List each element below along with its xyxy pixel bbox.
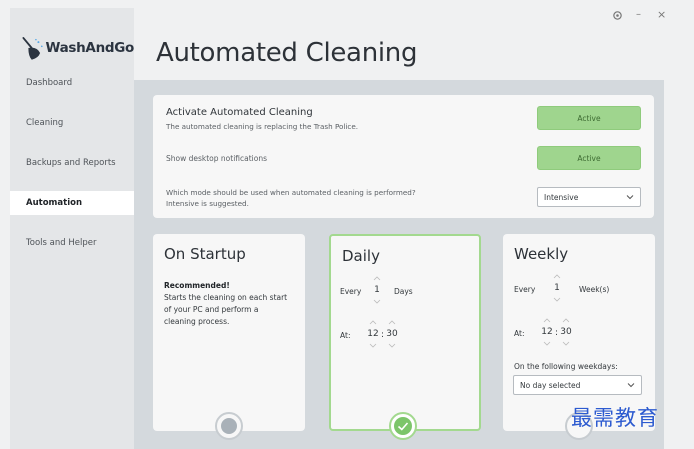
chevron-up-icon[interactable] bbox=[388, 320, 396, 325]
sidebar-item-label: Dashboard bbox=[26, 78, 73, 88]
weekly-every-label: Every bbox=[514, 285, 536, 294]
chevron-down-icon[interactable] bbox=[553, 297, 561, 302]
chevron-up-icon[interactable] bbox=[373, 276, 381, 281]
sidebar-item-dashboard[interactable]: Dashboard bbox=[10, 71, 134, 95]
broom-icon bbox=[22, 37, 43, 60]
sidebar-item-automation[interactable]: Automation bbox=[10, 191, 134, 215]
sidebar-item-label: Automation bbox=[26, 198, 82, 208]
chevron-up-icon[interactable] bbox=[562, 318, 570, 323]
gear-icon[interactable] bbox=[612, 10, 623, 21]
on-startup-radio[interactable] bbox=[215, 412, 243, 440]
daily-card[interactable]: Daily Every 1 Days At: 12 : 30 bbox=[329, 234, 481, 431]
app-brand: WashAndGo bbox=[45, 40, 134, 56]
chevron-up-icon[interactable] bbox=[553, 274, 561, 279]
notifications-toggle-button[interactable]: Active bbox=[537, 146, 641, 170]
chevron-down-icon[interactable] bbox=[543, 341, 551, 346]
daily-minute-value[interactable]: 30 bbox=[385, 329, 399, 339]
weekly-title: Weekly bbox=[514, 245, 569, 263]
chevron-down-icon[interactable] bbox=[388, 343, 396, 348]
sidebar-item-cleaning[interactable]: Cleaning bbox=[10, 111, 134, 135]
weekdays-label: On the following weekdays: bbox=[514, 362, 618, 371]
chevron-up-icon[interactable] bbox=[369, 320, 377, 325]
activate-toggle-button[interactable]: Active bbox=[537, 106, 641, 130]
mode-select-value: Intensive bbox=[544, 192, 579, 202]
on-startup-card[interactable]: On Startup Recommended! Starts the clean… bbox=[153, 234, 305, 431]
sidebar-item-tools-and-helper[interactable]: Tools and Helper bbox=[10, 231, 134, 255]
chevron-down-icon[interactable] bbox=[369, 343, 377, 348]
on-startup-title: On Startup bbox=[164, 245, 246, 263]
chevron-down-icon[interactable] bbox=[373, 299, 381, 304]
app-logo: WashAndGo bbox=[20, 30, 134, 66]
chevron-down-icon bbox=[627, 383, 635, 388]
daily-title: Daily bbox=[342, 247, 380, 265]
notifications-label: Show desktop notifications bbox=[166, 154, 268, 163]
chevron-down-icon bbox=[626, 195, 634, 200]
weekly-every-value[interactable]: 1 bbox=[550, 283, 564, 293]
daily-every-value[interactable]: 1 bbox=[370, 285, 384, 295]
weekly-time-separator: : bbox=[555, 328, 559, 338]
daily-unit-label: Days bbox=[394, 287, 413, 296]
activate-subtitle: The automated cleaning is replacing the … bbox=[166, 122, 359, 131]
mode-question: Which mode should be used when automated… bbox=[166, 188, 416, 197]
daily-at-label: At: bbox=[340, 331, 351, 340]
weekly-minute-value[interactable]: 30 bbox=[559, 327, 573, 337]
on-startup-desc-line: of your PC and perform a bbox=[164, 305, 259, 314]
daily-hour-value[interactable]: 12 bbox=[366, 329, 380, 339]
chevron-up-icon[interactable] bbox=[543, 318, 551, 323]
daily-time-separator: : bbox=[381, 330, 385, 340]
mode-select[interactable]: Intensive bbox=[537, 187, 641, 207]
sidebar-item-label: Backups and Reports bbox=[26, 158, 116, 168]
weekdays-select-value: No day selected bbox=[520, 380, 581, 390]
close-button[interactable]: × bbox=[657, 8, 666, 21]
weekly-unit-label: Week(s) bbox=[579, 285, 610, 294]
weekdays-select[interactable]: No day selected bbox=[513, 375, 642, 395]
daily-radio[interactable] bbox=[389, 412, 417, 440]
radio-dot bbox=[221, 418, 237, 434]
watermark-text: 最需教育 bbox=[571, 406, 659, 430]
check-icon bbox=[394, 417, 412, 435]
on-startup-desc-line: cleaning process. bbox=[164, 317, 230, 326]
sidebar-item-backups-and-reports[interactable]: Backups and Reports bbox=[10, 151, 134, 175]
activate-title: Activate Automated Cleaning bbox=[166, 107, 313, 118]
sidebar-item-label: Tools and Helper bbox=[26, 238, 97, 248]
weekly-at-label: At: bbox=[514, 329, 525, 338]
daily-every-label: Every bbox=[340, 287, 362, 296]
sidebar-item-label: Cleaning bbox=[26, 118, 64, 128]
page-title: Automated Cleaning bbox=[156, 38, 418, 68]
sidebar: WashAndGo Dashboard Cleaning Backups and… bbox=[10, 8, 134, 449]
minimize-button[interactable]: – bbox=[636, 9, 641, 20]
recommended-label: Recommended! bbox=[164, 281, 230, 290]
on-startup-desc-line: Starts the cleaning on each start bbox=[164, 293, 288, 302]
chevron-down-icon[interactable] bbox=[562, 341, 570, 346]
weekly-hour-value[interactable]: 12 bbox=[540, 327, 554, 337]
mode-suggestion: Intensive is suggested. bbox=[166, 199, 249, 208]
